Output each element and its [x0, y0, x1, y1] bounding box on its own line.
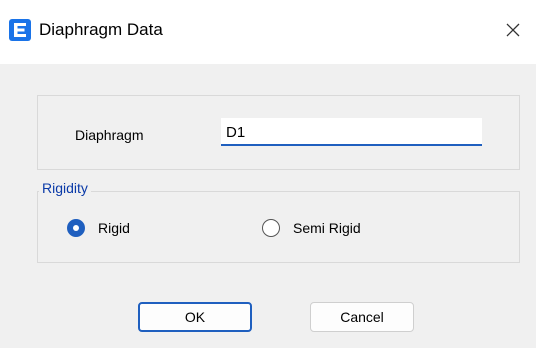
diaphragm-data-dialog: Diaphragm Data Diaphragm Rigidity Rigid … — [0, 0, 536, 348]
semi-rigid-radio[interactable]: Semi Rigid — [262, 219, 361, 237]
diaphragm-label: Diaphragm — [75, 127, 144, 143]
rigid-radio[interactable]: Rigid — [67, 219, 130, 237]
title-bar: Diaphragm Data — [0, 0, 536, 64]
rigidity-legend: Rigidity — [39, 180, 91, 196]
diaphragm-name-input[interactable] — [221, 118, 482, 146]
rigid-radio-label: Rigid — [98, 220, 130, 236]
cancel-button[interactable]: Cancel — [310, 302, 414, 332]
radio-unselected-icon[interactable] — [262, 219, 280, 237]
close-icon — [506, 23, 520, 37]
ok-button[interactable]: OK — [138, 302, 252, 332]
etabs-e-icon — [14, 23, 26, 37]
app-icon — [9, 19, 31, 41]
radio-selected-icon[interactable] — [67, 219, 85, 237]
semi-rigid-radio-label: Semi Rigid — [293, 220, 361, 236]
window-title: Diaphragm Data — [39, 20, 163, 39]
close-button[interactable] — [490, 10, 536, 50]
